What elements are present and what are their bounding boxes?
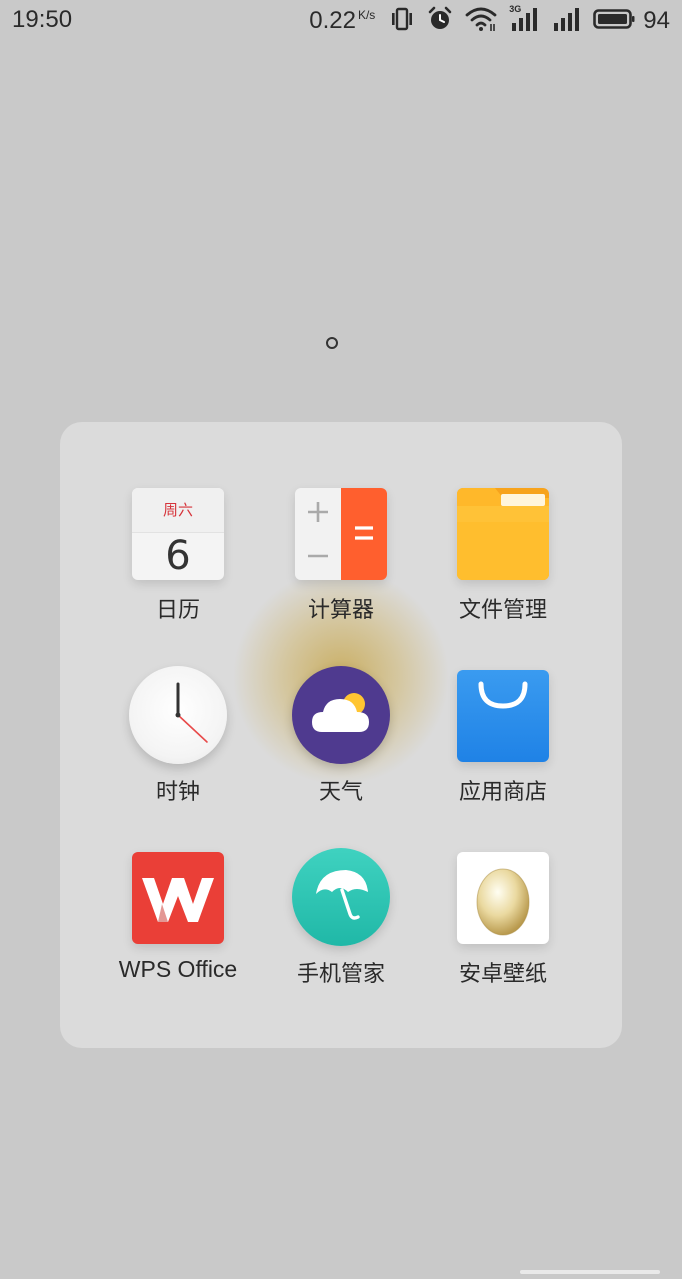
- signal-icon: [551, 6, 581, 36]
- calendar-icon: 周六 6: [132, 488, 224, 580]
- calendar-weekday: 周六: [132, 488, 224, 533]
- folder-icon: [457, 488, 549, 580]
- network-speed: 0.22: [309, 7, 356, 34]
- status-time: 19:50: [12, 6, 73, 33]
- network-type-label: 3G: [509, 4, 522, 14]
- app-store-icon: [457, 670, 549, 762]
- app-label: 手机管家: [296, 962, 385, 987]
- wifi-icon: [465, 6, 497, 36]
- home-indicator: [520, 1270, 660, 1274]
- calculator-icon: [295, 488, 387, 580]
- app-label: WPS Office: [118, 956, 238, 982]
- alarm-icon: [427, 6, 453, 36]
- app-label: 日历: [155, 598, 200, 623]
- umbrella-icon: [292, 848, 390, 946]
- vibrate-icon: [389, 7, 415, 35]
- network-speed-unit: K/s: [357, 8, 376, 22]
- app-label: 天气: [318, 780, 363, 805]
- wps-icon: [132, 852, 224, 944]
- app-label: 应用商店: [458, 780, 547, 805]
- weather-icon: [292, 666, 390, 764]
- folder-title[interactable]: [326, 337, 338, 349]
- calendar-day: 6: [165, 533, 191, 579]
- status-indicators: 0.22 K/s 3G 94: [309, 4, 670, 38]
- battery-icon: [593, 7, 635, 35]
- app-label: 时钟: [155, 780, 200, 805]
- app-label: 文件管理: [458, 598, 547, 623]
- app-label: 计算器: [307, 598, 374, 623]
- app-label: 安卓壁纸: [458, 962, 547, 987]
- battery-level: 94: [643, 7, 670, 34]
- egg-icon: [457, 852, 549, 944]
- status-bar: 19:50 0.22 K/s 3G 94: [0, 0, 682, 42]
- signal-3g-icon: 3G: [509, 4, 539, 36]
- clock-icon: [129, 666, 227, 764]
